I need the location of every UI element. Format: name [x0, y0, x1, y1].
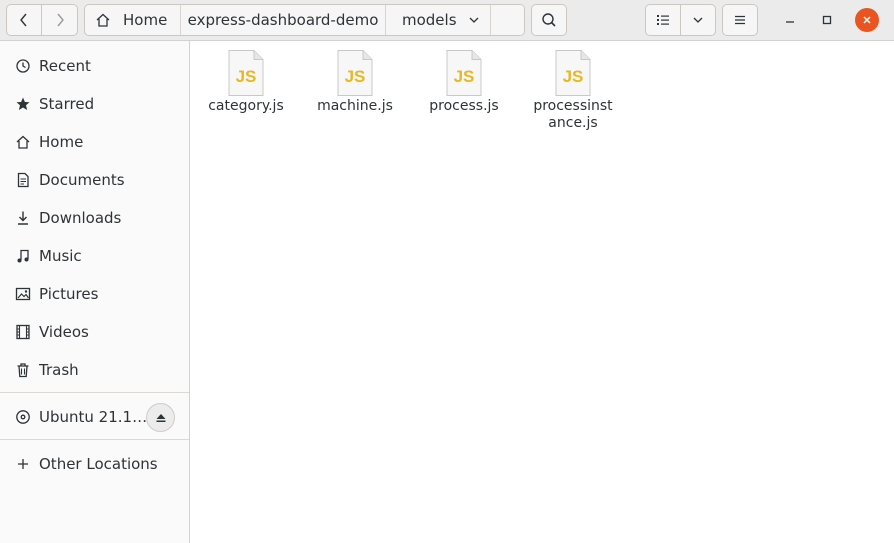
clock-icon: [14, 57, 32, 75]
file-item[interactable]: JS process.js: [414, 49, 514, 115]
search-button[interactable]: [531, 4, 567, 36]
music-icon: [14, 247, 32, 265]
sidebar-item-label: Videos: [39, 323, 89, 341]
sidebar-item-documents[interactable]: Documents: [0, 161, 189, 199]
sidebar-item-home[interactable]: Home: [0, 123, 189, 161]
maximize-icon: [822, 15, 832, 25]
sidebar-item-label: Trash: [39, 361, 79, 379]
picture-icon: [14, 285, 32, 303]
sidebar-item-label: Documents: [39, 171, 125, 189]
sidebar-item-label: Starred: [39, 95, 95, 113]
file-view: JS category.js JS machine.js JS process.…: [191, 41, 894, 543]
breadcrumb-label: Home: [123, 11, 168, 29]
sidebar-item-label: Recent: [39, 57, 91, 75]
javascript-file-icon: JS: [337, 50, 373, 96]
chevron-right-icon: [56, 13, 64, 27]
js-badge: JS: [236, 67, 257, 86]
breadcrumb-spacer: [491, 5, 524, 35]
file-name: process.js: [429, 98, 499, 114]
sidebar-item-other-locations[interactable]: Other Locations: [0, 445, 189, 483]
close-icon: [863, 16, 871, 24]
home-icon: [96, 13, 110, 27]
sidebar-item-videos[interactable]: Videos: [0, 313, 189, 351]
chevron-down-icon: [693, 17, 703, 23]
path-bar: Home express-dashboard-demo models: [84, 4, 525, 36]
file-name: category.js: [208, 98, 284, 114]
sidebar-item-label: Home: [39, 133, 84, 151]
video-icon: [14, 323, 32, 341]
download-icon: [14, 209, 32, 227]
file-item[interactable]: JS machine.js: [305, 49, 405, 115]
home-icon: [14, 133, 32, 151]
sidebar-separator: [0, 392, 189, 393]
sidebar-item-label: Ubuntu 21.1…: [39, 408, 148, 426]
sidebar-item-label: Music: [39, 247, 82, 265]
sidebar-separator: [0, 439, 189, 440]
chevron-down-icon: [469, 17, 479, 23]
forward-button[interactable]: [41, 4, 78, 36]
sidebar-item-downloads[interactable]: Downloads: [0, 199, 189, 237]
main-menu-button[interactable]: [722, 4, 758, 36]
chevron-left-icon: [20, 13, 27, 27]
file-item[interactable]: JS processinst ance.js: [523, 49, 623, 132]
eject-icon: [156, 413, 165, 422]
trash-icon: [14, 361, 32, 379]
sidebar-item-music[interactable]: Music: [0, 237, 189, 275]
file-item[interactable]: JS category.js: [196, 49, 296, 115]
view-options-button[interactable]: [680, 4, 716, 36]
header-bar: Home express-dashboard-demo models: [0, 0, 894, 41]
javascript-file-icon: JS: [446, 50, 482, 96]
back-button[interactable]: [6, 4, 42, 36]
hamburger-menu-icon: [735, 15, 745, 25]
plus-icon: [14, 455, 32, 473]
sidebar-item-pictures[interactable]: Pictures: [0, 275, 189, 313]
close-button[interactable]: [855, 8, 879, 32]
minimize-icon: [786, 21, 794, 23]
list-view-icon: [657, 15, 669, 25]
star-icon: [14, 95, 32, 113]
file-name: machine.js: [317, 98, 393, 114]
breadcrumb-models[interactable]: models: [386, 5, 491, 35]
sidebar-item-label: Other Locations: [39, 455, 158, 473]
breadcrumb-label: express-dashboard-demo: [187, 11, 379, 29]
sidebar: Recent Starred Home Documents Downloads …: [0, 41, 190, 543]
sidebar-item-label: Downloads: [39, 209, 122, 227]
sidebar-item-trash[interactable]: Trash: [0, 351, 189, 389]
js-badge: JS: [345, 67, 366, 86]
search-icon: [542, 13, 556, 27]
sidebar-item-starred[interactable]: Starred: [0, 85, 189, 123]
sidebar-item-label: Pictures: [39, 285, 99, 303]
js-badge: JS: [563, 67, 584, 86]
minimize-button[interactable]: [778, 8, 802, 32]
eject-button[interactable]: [146, 403, 175, 432]
list-view-button[interactable]: [645, 4, 681, 36]
js-badge: JS: [454, 67, 475, 86]
maximize-button[interactable]: [815, 8, 839, 32]
breadcrumb-express-dashboard-demo[interactable]: express-dashboard-demo: [181, 5, 386, 35]
breadcrumb-home[interactable]: Home: [85, 5, 181, 35]
document-icon: [14, 171, 32, 189]
breadcrumb-label: models: [402, 11, 457, 29]
disc-icon: [14, 408, 32, 426]
javascript-file-icon: JS: [228, 50, 264, 96]
sidebar-item-recent[interactable]: Recent: [0, 47, 189, 85]
file-name: processinst ance.js: [533, 98, 613, 131]
javascript-file-icon: JS: [555, 50, 591, 96]
